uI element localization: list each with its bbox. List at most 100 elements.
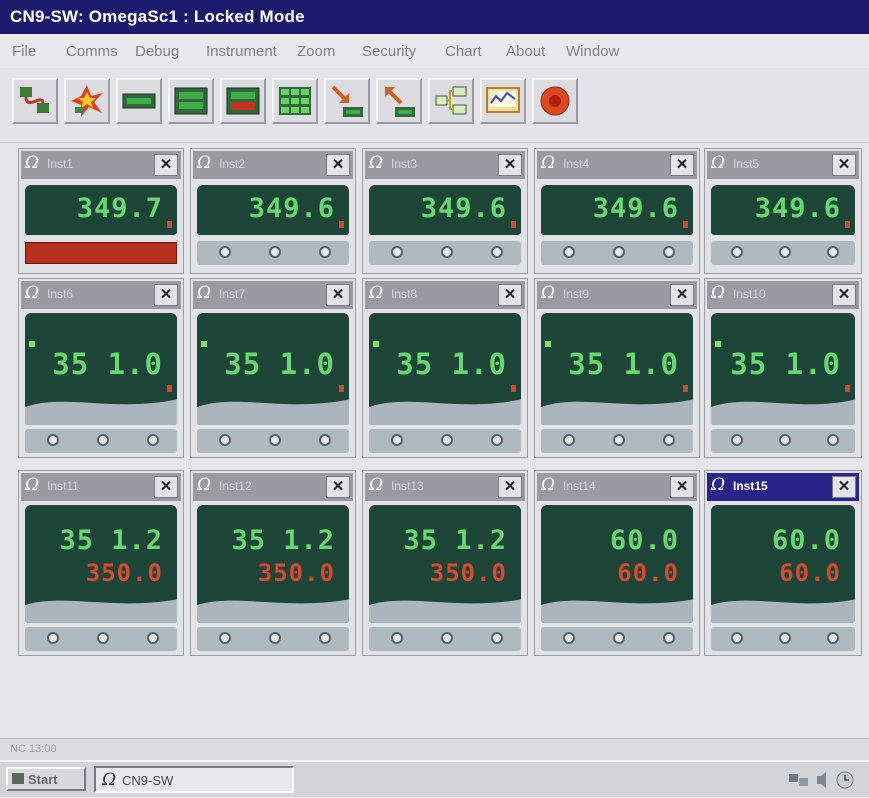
panel-title-bar[interactable]: Ω Inst12 ✕ xyxy=(193,473,353,501)
network-button[interactable] xyxy=(428,78,474,124)
panel-title-bar[interactable]: Ω Inst6 ✕ xyxy=(21,281,181,309)
menu-key[interactable] xyxy=(219,434,231,446)
panel-title-bar[interactable]: Ω Inst5 ✕ xyxy=(707,151,859,179)
up-key[interactable] xyxy=(269,632,281,644)
panel-title-bar[interactable]: Ω Inst1 ✕ xyxy=(21,151,181,179)
instrument-panel-inst4[interactable]: Ω Inst4 ✕ 349.6 xyxy=(534,148,700,274)
menu-key[interactable] xyxy=(47,434,59,446)
menu-debug[interactable]: Debug xyxy=(135,43,179,60)
panel-title-bar[interactable]: Ω Inst2 ✕ xyxy=(193,151,353,179)
down-key[interactable] xyxy=(319,246,331,258)
down-key[interactable] xyxy=(663,246,675,258)
close-icon[interactable]: ✕ xyxy=(832,154,856,176)
instrument-panel-inst2[interactable]: Ω Inst2 ✕ 349.6 xyxy=(190,148,356,274)
panel-title-bar[interactable]: Ω Inst9 ✕ xyxy=(537,281,697,309)
menu-key[interactable] xyxy=(731,246,743,258)
close-icon[interactable]: ✕ xyxy=(326,154,350,176)
menu-chart[interactable]: Chart xyxy=(445,43,482,60)
panel-title-bar[interactable]: Ω Inst10 ✕ xyxy=(707,281,859,309)
panel-title-bar[interactable]: Ω Inst7 ✕ xyxy=(193,281,353,309)
instrument-panel-inst9[interactable]: Ω Inst9 ✕ 35 1.0 xyxy=(534,278,700,458)
start-button[interactable]: Start xyxy=(6,767,86,791)
menu-key[interactable] xyxy=(391,434,403,446)
up-key[interactable] xyxy=(441,246,453,258)
menu-key[interactable] xyxy=(47,632,59,644)
instrument-panel-inst1[interactable]: Ω Inst1 ✕ 349.7 xyxy=(18,148,184,274)
down-key[interactable] xyxy=(827,632,839,644)
menu-window[interactable]: Window xyxy=(566,43,619,60)
instrument-panel-inst11[interactable]: Ω Inst11 ✕ 35 1.2 350.0 xyxy=(18,470,184,656)
close-icon[interactable]: ✕ xyxy=(832,476,856,498)
close-icon[interactable]: ✕ xyxy=(154,476,178,498)
up-key[interactable] xyxy=(779,434,791,446)
instrument-panel-inst13[interactable]: Ω Inst13 ✕ 35 1.2 350.0 xyxy=(362,470,528,656)
down-key[interactable] xyxy=(663,632,675,644)
menu-key[interactable] xyxy=(731,434,743,446)
close-icon[interactable]: ✕ xyxy=(670,476,694,498)
connect-button[interactable] xyxy=(12,78,58,124)
menu-key[interactable] xyxy=(563,434,575,446)
instrument-panel-inst6[interactable]: Ω Inst6 ✕ 35 1.0 xyxy=(18,278,184,458)
instrument-panel-inst10[interactable]: Ω Inst10 ✕ 35 1.0 xyxy=(704,278,862,458)
large-display-button[interactable] xyxy=(220,78,266,124)
down-key[interactable] xyxy=(491,632,503,644)
up-key[interactable] xyxy=(441,434,453,446)
menu-key[interactable] xyxy=(563,246,575,258)
menu-instrument[interactable]: Instrument xyxy=(206,43,277,60)
down-key[interactable] xyxy=(491,434,503,446)
instrument-panel-inst8[interactable]: Ω Inst8 ✕ 35 1.0 xyxy=(362,278,528,458)
chart-button[interactable] xyxy=(480,78,526,124)
menu-about[interactable]: About xyxy=(506,43,545,60)
down-key[interactable] xyxy=(319,632,331,644)
close-icon[interactable]: ✕ xyxy=(154,284,178,306)
stop-button[interactable] xyxy=(532,78,578,124)
up-key[interactable] xyxy=(97,434,109,446)
down-key[interactable] xyxy=(319,434,331,446)
grid-button[interactable] xyxy=(272,78,318,124)
menu-security[interactable]: Security xyxy=(362,43,416,60)
menu-key[interactable] xyxy=(391,632,403,644)
panel-title-bar[interactable]: Ω Inst3 ✕ xyxy=(365,151,525,179)
close-icon[interactable]: ✕ xyxy=(154,154,178,176)
menu-key[interactable] xyxy=(731,632,743,644)
down-key[interactable] xyxy=(663,434,675,446)
instrument-panel-inst14[interactable]: Ω Inst14 ✕ 60.0 60.0 xyxy=(534,470,700,656)
panel-title-bar[interactable]: Ω Inst8 ✕ xyxy=(365,281,525,309)
down-key[interactable] xyxy=(491,246,503,258)
close-icon[interactable]: ✕ xyxy=(498,154,522,176)
close-icon[interactable]: ✕ xyxy=(670,154,694,176)
panel-title-bar[interactable]: Ω Inst14 ✕ xyxy=(537,473,697,501)
up-key[interactable] xyxy=(441,632,453,644)
panel-title-bar[interactable]: Ω Inst13 ✕ xyxy=(365,473,525,501)
down-key[interactable] xyxy=(147,434,159,446)
instrument-panel-inst7[interactable]: Ω Inst7 ✕ 35 1.0 xyxy=(190,278,356,458)
dual-display-button[interactable] xyxy=(168,78,214,124)
panel-title-bar[interactable]: Ω Inst4 ✕ xyxy=(537,151,697,179)
menu-key[interactable] xyxy=(219,246,231,258)
close-icon[interactable]: ✕ xyxy=(670,284,694,306)
instrument-panel-inst3[interactable]: Ω Inst3 ✕ 349.6 xyxy=(362,148,528,274)
instrument-panel-inst12[interactable]: Ω Inst12 ✕ 35 1.2 350.0 xyxy=(190,470,356,656)
up-key[interactable] xyxy=(779,632,791,644)
instrument-panel-inst15[interactable]: Ω Inst15 ✕ 60.0 60.0 xyxy=(704,470,862,656)
up-key[interactable] xyxy=(97,632,109,644)
menu-file[interactable]: File xyxy=(12,43,36,60)
panel-title-bar[interactable]: Ω Inst11 ✕ xyxy=(21,473,181,501)
close-icon[interactable]: ✕ xyxy=(498,284,522,306)
up-key[interactable] xyxy=(269,246,281,258)
menu-key[interactable] xyxy=(563,632,575,644)
download-button[interactable] xyxy=(324,78,370,124)
upload-button[interactable] xyxy=(376,78,422,124)
title-bar[interactable]: CN9-SW: OmegaSc1 : Locked Mode xyxy=(0,0,869,34)
close-icon[interactable]: ✕ xyxy=(326,284,350,306)
up-key[interactable] xyxy=(269,434,281,446)
up-key[interactable] xyxy=(613,632,625,644)
down-key[interactable] xyxy=(147,632,159,644)
taskbar-app-cn9sw[interactable]: Ω CN9-SW xyxy=(94,766,294,793)
menu-key[interactable] xyxy=(219,632,231,644)
panel-title-bar[interactable]: Ω Inst15 ✕ xyxy=(707,473,859,501)
up-key[interactable] xyxy=(779,246,791,258)
instrument-panel-inst5[interactable]: Ω Inst5 ✕ 349.6 xyxy=(704,148,862,274)
down-key[interactable] xyxy=(827,434,839,446)
burst-button[interactable] xyxy=(64,78,110,124)
